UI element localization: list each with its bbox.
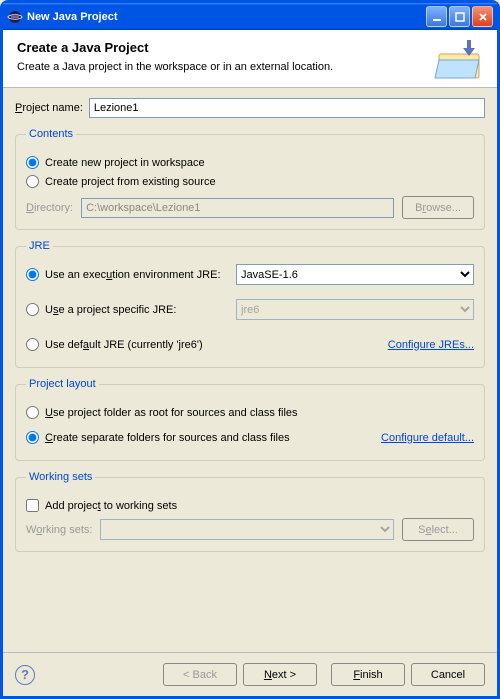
working-sets-label: Working sets: [26,524,92,536]
select-working-set-button: Select... [402,518,474,541]
add-working-set-checkbox[interactable] [26,499,39,512]
content-area: Project name: Contents Create new projec… [3,88,497,552]
create-from-existing-label: Create project from existing source [45,176,216,188]
default-jre-label: Use default JRE (currently 'jre6') [45,339,203,351]
folder-wizard-icon [433,38,485,87]
use-project-root-radio[interactable] [26,406,39,419]
separate-folders-label: Create separate folders for sources and … [45,432,290,444]
project-name-label: Project name: [15,102,83,114]
create-from-existing-radio[interactable] [26,175,39,188]
cancel-button[interactable]: Cancel [411,663,485,686]
project-jre-label: Use a project specific JRE: [45,304,176,316]
contents-group: Contents Create new project in workspace… [15,128,485,230]
jre-group: JRE Use an execution environment JRE: Ja… [15,240,485,368]
window-title: New Java Project [27,11,118,23]
working-sets-group: Working sets Add project to working sets… [15,471,485,552]
minimize-button[interactable] [426,6,447,27]
use-project-root-label: Use project folder as root for sources a… [45,407,298,419]
working-sets-select [100,519,394,540]
exec-env-radio[interactable] [26,268,39,281]
button-bar: ? < Back Next > Finish Cancel [3,652,497,696]
layout-legend: Project layout [26,378,99,390]
add-working-set-label: Add project to working sets [45,500,177,512]
finish-button[interactable]: Finish [331,663,405,686]
project-jre-radio[interactable] [26,303,39,316]
close-button[interactable] [472,6,493,27]
create-in-workspace-radio[interactable] [26,156,39,169]
browse-button: Browse... [402,196,474,219]
working-sets-legend: Working sets [26,471,95,483]
banner-subtitle: Create a Java project in the workspace o… [17,61,333,73]
jre-legend: JRE [26,240,53,252]
banner: Create a Java Project Create a Java proj… [3,30,497,87]
configure-jres-link[interactable]: Configure JREs... [236,339,474,351]
directory-input [81,198,394,218]
help-icon[interactable]: ? [15,665,35,685]
titlebar: New Java Project [3,3,497,30]
configure-default-link[interactable]: Configure default... [381,432,474,444]
project-jre-select: jre6 [236,299,474,320]
exec-env-select[interactable]: JavaSE-1.6 [236,264,474,285]
banner-title: Create a Java Project [17,40,333,55]
project-name-input[interactable] [89,98,485,118]
exec-env-label: Use an execution environment JRE: [45,269,221,281]
back-button: < Back [163,663,237,686]
default-jre-radio[interactable] [26,338,39,351]
eclipse-icon [7,9,23,25]
next-button[interactable]: Next > [243,663,317,686]
directory-label: Directory: [26,202,73,214]
contents-legend: Contents [26,128,76,140]
separate-folders-radio[interactable] [26,431,39,444]
maximize-button[interactable] [449,6,470,27]
create-in-workspace-label: Create new project in workspace [45,157,205,169]
layout-group: Project layout Use project folder as roo… [15,378,485,461]
